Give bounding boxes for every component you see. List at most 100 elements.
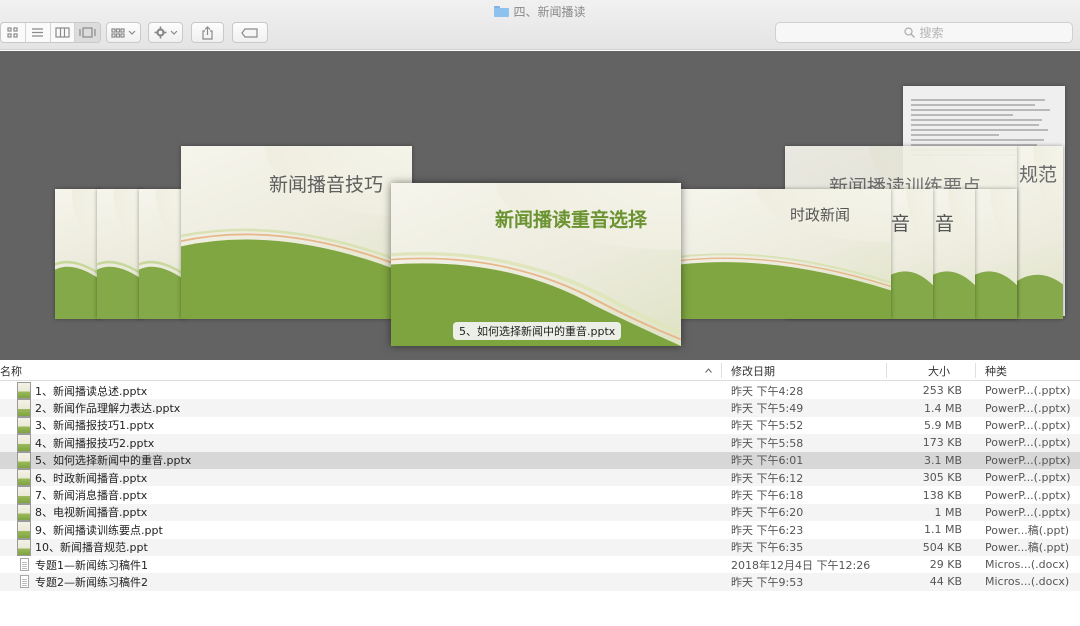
cover-item-6[interactable]: 时政新闻 (681, 189, 891, 319)
file-row[interactable]: 8、电视新闻播音.pptx 昨天 下午6:20 1 MB PowerP...(.… (0, 503, 1080, 522)
file-size: 504 KB (922, 540, 962, 554)
file-name: 5、如何选择新闻中的重音.pptx (35, 454, 192, 468)
file-date: 昨天 下午5:52 (731, 419, 804, 433)
tags-button[interactable] (232, 22, 268, 43)
cover-item-8[interactable] (975, 189, 1017, 319)
list-view-icon (32, 28, 44, 37)
search-field[interactable]: 搜索 (775, 22, 1073, 43)
grid-arrange-icon (111, 27, 125, 38)
icon-view-icon (7, 26, 18, 38)
file-kind: PowerP...(.pptx) (985, 436, 1071, 450)
share-icon (202, 25, 213, 40)
file-name: 9、新闻播读训练要点.ppt (35, 523, 163, 537)
file-size: 253 KB (922, 384, 962, 398)
column-view-button[interactable] (51, 23, 76, 42)
sort-arrow-icon (705, 368, 712, 373)
file-date: 昨天 下午6:01 (731, 454, 804, 468)
slide-title: 新闻播读重音选择 (495, 209, 648, 231)
file-row[interactable]: 2、新闻作品理解力表达.pptx 昨天 下午5:49 1.4 MB PowerP… (0, 399, 1080, 417)
slide-wave (139, 260, 185, 319)
slide-wave (681, 253, 891, 319)
file-date: 昨天 下午9:53 (731, 575, 804, 589)
file-size: 1 MB (934, 505, 962, 519)
file-size: 5.9 MB (923, 418, 962, 432)
coverflow-view-button[interactable] (75, 23, 100, 42)
coverflow-view-icon (79, 27, 96, 38)
file-row[interactable]: 1、新闻播读总述.pptx 昨天 下午4:28 253 KB PowerP...… (0, 382, 1080, 400)
column-header-name[interactable]: 名称 (0, 360, 22, 381)
slide-wave (97, 260, 143, 319)
pptx-file-icon (17, 416, 31, 435)
window-title-label: 四、新闻播读 (513, 4, 586, 19)
cover-item-1[interactable] (55, 189, 101, 319)
search-placeholder: 搜索 (919, 26, 944, 40)
file-name: 10、新闻播音规范.ppt (35, 541, 148, 555)
file-kind: PowerP...(.pptx) (985, 471, 1071, 485)
folder-icon (494, 5, 510, 17)
slide-title: 音 (935, 213, 955, 235)
file-row[interactable]: 6、时政新闻播音.pptx 昨天 下午6:12 305 KB PowerP...… (0, 468, 1080, 487)
file-kind: PowerP...(.pptx) (985, 453, 1071, 467)
file-date: 2018年12月4日 下午12:26 (731, 558, 871, 572)
tag-icon (241, 27, 258, 38)
arrange-button[interactable] (106, 22, 141, 43)
file-size: 173 KB (922, 436, 962, 450)
cover-item-7[interactable]: 音 (933, 189, 975, 319)
file-date: 昨天 下午5:58 (731, 436, 804, 450)
docx-file-icon (20, 557, 29, 571)
slide-title: 音 (891, 213, 911, 235)
file-kind: Power...稿(.ppt) (985, 541, 1070, 555)
file-row[interactable]: 10、新闻播音规范.ppt 昨天 下午6:35 504 KB Power...稿… (0, 538, 1080, 556)
file-name: 4、新闻播报技巧2.pptx (35, 436, 155, 450)
file-kind: PowerP...(.pptx) (985, 418, 1071, 432)
ppt-file-icon (17, 538, 31, 556)
file-size: 44 KB (929, 575, 962, 589)
file-size: 305 KB (922, 471, 962, 485)
slide-wave (975, 271, 1017, 319)
file-row[interactable]: 9、新闻播读训练要点.ppt 昨天 下午6:23 1.1 MB Power...… (0, 521, 1080, 539)
slide-title: 规范 (1019, 164, 1058, 186)
cover-item-3[interactable] (139, 189, 185, 319)
list-header: 名称 修改日期 大小 种类 (0, 360, 1080, 381)
file-row[interactable]: 专题1—新闻练习稿件1 2018年12月4日 下午12:26 29 KB Mic… (0, 556, 1080, 573)
file-date: 昨天 下午6:12 (731, 471, 804, 485)
cover-item-4[interactable]: 新闻播音技巧 (181, 146, 412, 319)
file-row[interactable]: 7、新闻消息播音.pptx 昨天 下午6:18 138 KB PowerP...… (0, 486, 1080, 504)
file-name: 8、电视新闻播音.pptx (35, 506, 148, 520)
slide-title: 新闻播音技巧 (269, 174, 384, 196)
finder-toolbar: 四、新闻播读 搜索 (0, 0, 1080, 50)
cover-flow-view[interactable]: 新闻播音技巧 规范 新闻播读训练要点 音 音 时政新闻 新闻播读重音选择 5、如… (0, 51, 1080, 360)
pptx-file-icon (17, 399, 31, 417)
file-name: 1、新闻播读总述.pptx (35, 384, 148, 398)
file-date: 昨天 下午5:49 (731, 402, 804, 416)
file-name: 7、新闻消息播音.pptx (35, 489, 148, 503)
pptx-file-icon (17, 451, 31, 469)
pptx-file-icon (17, 382, 31, 400)
slide-wave (55, 260, 101, 319)
column-header-kind[interactable]: 种类 (985, 360, 1007, 381)
file-size: 1.4 MB (923, 401, 962, 415)
cover-item-10[interactable]: 规范 (1017, 146, 1063, 319)
file-kind: Power...稿(.ppt) (985, 523, 1070, 537)
search-icon (904, 27, 916, 38)
list-view-button[interactable] (26, 23, 51, 42)
column-view-icon (55, 27, 70, 38)
file-row-selected[interactable]: 5、如何选择新闻中的重音.pptx 昨天 下午6:01 3.1 MB Power… (0, 451, 1080, 469)
cover-flow-caption: 5、如何选择新闻中的重音.pptx (453, 322, 622, 340)
share-button[interactable] (191, 22, 224, 43)
file-kind: Micros...(.docx) (985, 575, 1070, 589)
cover-item-2[interactable] (97, 189, 143, 319)
cover-item-6b[interactable]: 音 (891, 189, 933, 319)
file-row[interactable]: 专题2—新闻练习稿件2 昨天 下午9:53 44 KB Micros...(.d… (0, 573, 1080, 591)
icon-view-button[interactable] (1, 23, 26, 42)
pptx-file-icon (17, 468, 31, 487)
file-date: 昨天 下午6:35 (731, 541, 804, 555)
file-row[interactable]: 4、新闻播报技巧2.pptx 昨天 下午5:58 173 KB PowerP..… (0, 434, 1080, 452)
column-header-size[interactable]: 大小 (928, 360, 950, 381)
file-date: 昨天 下午6:20 (731, 506, 804, 520)
file-kind: Micros...(.docx) (985, 558, 1070, 572)
column-header-date[interactable]: 修改日期 (731, 360, 775, 381)
file-row[interactable]: 3、新闻播报技巧1.pptx 昨天 下午5:52 5.9 MB PowerP..… (0, 416, 1080, 435)
chevron-down-icon (128, 30, 136, 35)
action-button[interactable] (148, 22, 183, 43)
